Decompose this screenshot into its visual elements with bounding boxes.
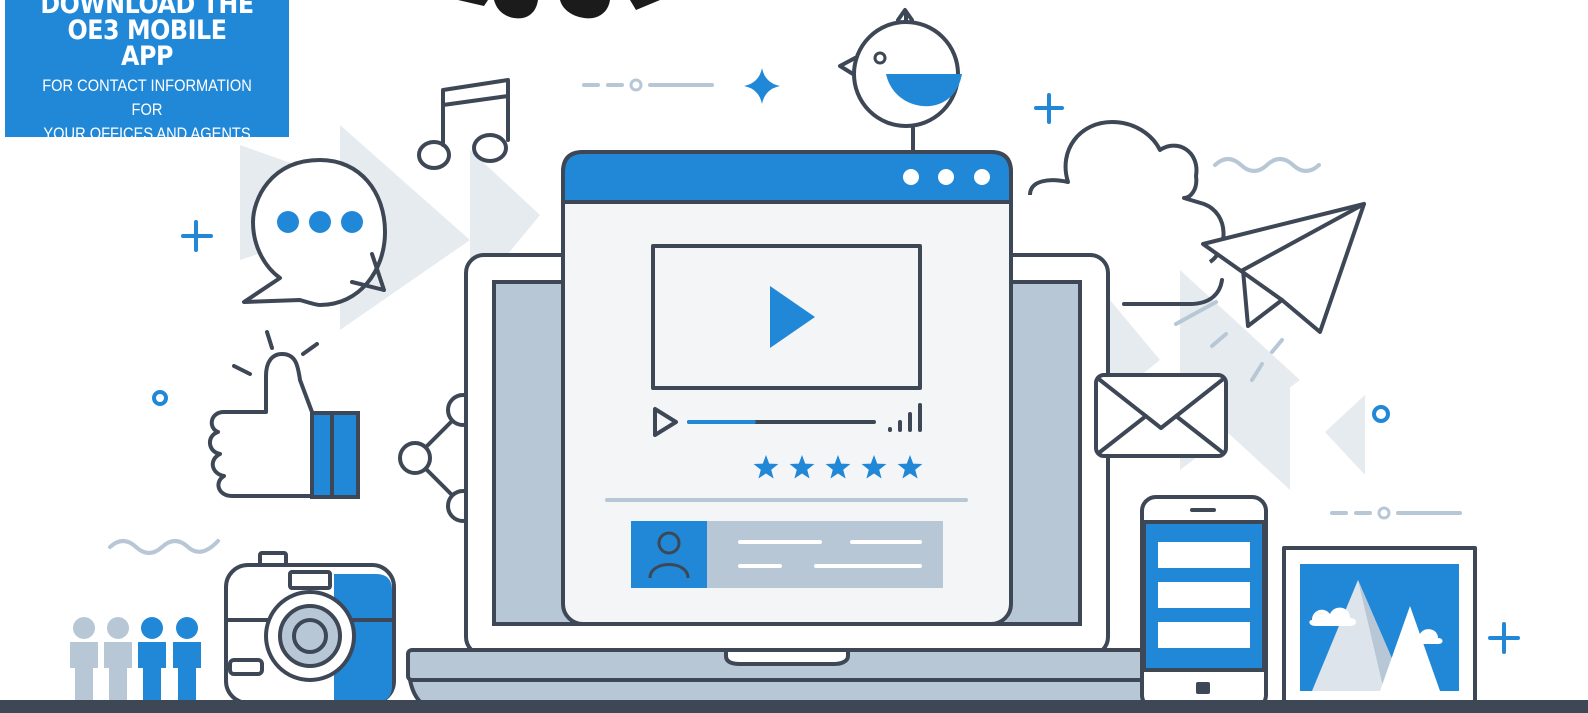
badge-subtitle-line1: FOR CONTACT INFORMATION FOR xyxy=(42,76,252,119)
thumbs-up-icon xyxy=(208,330,360,499)
smartphone-icon xyxy=(1140,495,1268,711)
people-icon xyxy=(70,617,201,704)
window-dot xyxy=(974,169,990,185)
music-note-icon xyxy=(417,78,510,170)
badge-subtitle: FOR CONTACT INFORMATION FOR YOUR OFFICES… xyxy=(25,74,269,146)
window-dot xyxy=(903,169,919,185)
cropped-top-shapes xyxy=(458,0,660,19)
download-app-badge[interactable]: DOWNLOAD THE OE3 MOBILE APP FOR CONTACT … xyxy=(5,0,289,143)
badge-subtitle-line2: YOUR OFFICES AND AGENTS xyxy=(43,124,251,143)
badge-title-line3: APP xyxy=(121,41,173,72)
camera-icon xyxy=(224,551,396,705)
mail-icon xyxy=(1094,373,1228,458)
bird-icon xyxy=(838,8,962,154)
picture-frame-icon xyxy=(1282,546,1477,712)
profile-card[interactable] xyxy=(631,521,943,588)
ground-line xyxy=(0,700,1588,713)
window-dot xyxy=(938,169,954,185)
